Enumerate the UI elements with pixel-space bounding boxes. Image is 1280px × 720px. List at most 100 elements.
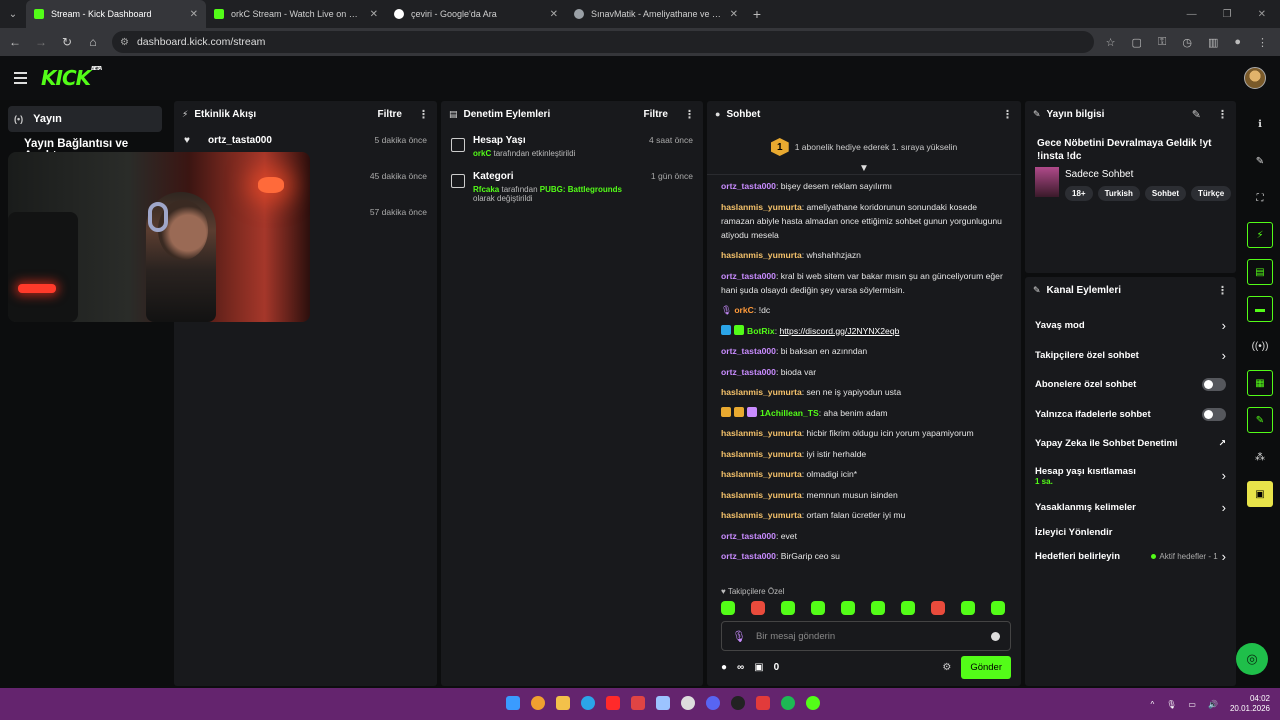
layout-icon[interactable]: ▦ <box>1247 370 1273 396</box>
emote-icon[interactable] <box>871 601 885 615</box>
stream-tag[interactable]: Sohbet <box>1144 186 1186 201</box>
display-icon[interactable]: ▭ <box>1188 700 1196 709</box>
close-icon[interactable]: ✕ <box>550 9 558 20</box>
emote-icon[interactable] <box>901 601 915 615</box>
broadcast-icon[interactable]: ((•)) <box>1247 333 1273 359</box>
category-name[interactable]: Sadece Sohbet <box>1065 169 1231 180</box>
menu-dots-icon[interactable]: ⋮ <box>1257 36 1268 49</box>
pinned-toggle-icon[interactable]: ▼ <box>707 163 1021 175</box>
close-window-icon[interactable]: ✕ <box>1258 9 1266 20</box>
password-key-icon[interactable]: ⚿ <box>1158 36 1166 49</box>
chat-username[interactable]: ortz_tasta000 <box>721 181 776 191</box>
account-age-row[interactable]: Hesap yaşı kısıtlaması 1 sa. › <box>1025 459 1236 493</box>
chat-input[interactable]: 🎙 Bir mesaj gönderin <box>721 621 1011 651</box>
more-options-icon[interactable]: ⋮ <box>418 108 429 121</box>
history-icon[interactable]: ◷ <box>1182 36 1192 49</box>
close-icon[interactable]: ✕ <box>190 9 198 20</box>
goals-row[interactable]: Hedefleri belirleyin Aktif hedefler - 1 › <box>1025 542 1236 572</box>
volume-icon[interactable]: 🔊 <box>1208 700 1218 709</box>
clapper-icon[interactable]: ▣ <box>1247 481 1273 507</box>
moderation-actor[interactable]: orkC <box>473 149 491 158</box>
microphone-icon[interactable]: 🎙 <box>1166 700 1176 709</box>
chat-username[interactable]: ortz_tasta000 <box>721 271 776 281</box>
emote-icon[interactable] <box>841 601 855 615</box>
chat-username[interactable]: haslanmis_yumurta <box>721 387 802 397</box>
chat-username[interactable]: orkC <box>734 305 754 315</box>
edge-icon[interactable] <box>581 696 595 710</box>
chevron-up-icon[interactable]: ^ <box>1151 700 1155 709</box>
chat-username[interactable]: 1Achillean_TS <box>760 408 819 418</box>
chat-settings-icon[interactable]: ⚙ <box>942 662 951 673</box>
stream-tag[interactable]: Türkçe <box>1191 186 1232 201</box>
emote-icon[interactable] <box>721 601 735 615</box>
more-options-icon[interactable]: ⋮ <box>1217 108 1228 121</box>
more-options-icon[interactable]: ⋮ <box>684 108 695 121</box>
microphone-icon[interactable]: 🎙 <box>732 630 746 643</box>
hamburger-menu-icon[interactable] <box>14 72 27 84</box>
emote-icon[interactable] <box>991 601 1005 615</box>
spotify-icon[interactable] <box>781 696 795 710</box>
chat-username[interactable]: ortz_tasta000 <box>721 531 776 541</box>
send-button[interactable]: Gönder <box>961 655 1011 679</box>
chat-username[interactable]: haslanmis_yumurta <box>721 250 802 260</box>
app-icon[interactable] <box>756 696 770 710</box>
emote-icon[interactable] <box>751 601 765 615</box>
emotes-chat-toggle[interactable] <box>1202 407 1226 421</box>
app-icon[interactable] <box>681 696 695 710</box>
document-icon[interactable]: ▤ <box>1247 259 1273 285</box>
ai-moderation-row[interactable]: Yapay Zeka ile Sohbet Denetimi ↗ <box>1025 429 1236 459</box>
emoji-picker-icon[interactable] <box>991 631 1000 641</box>
back-icon[interactable]: ← <box>8 35 22 49</box>
users-icon[interactable]: ⁂ <box>1247 444 1273 470</box>
browser-tab[interactable]: Stream - Kick Dashboard ✕ <box>26 0 206 28</box>
pencil-icon[interactable]: ✎ <box>1247 148 1273 174</box>
raid-row[interactable]: İzleyici Yönlendir <box>1025 522 1236 542</box>
restore-icon[interactable]: ❐ <box>1223 9 1232 20</box>
more-options-icon[interactable]: ⋮ <box>1002 108 1013 121</box>
close-icon[interactable]: ✕ <box>730 9 738 20</box>
chat-username[interactable]: ortz_tasta000 <box>721 367 776 377</box>
chat-username[interactable]: ortz_tasta000 <box>721 551 776 561</box>
banned-words-row[interactable]: Yasaklanmış kelimeler › <box>1025 493 1236 523</box>
info-icon[interactable]: ℹ <box>1247 111 1273 137</box>
stream-tag[interactable]: Turkish <box>1097 186 1140 201</box>
tab-search-icon[interactable]: ⌄ <box>0 0 26 28</box>
gift-leaderboard-banner[interactable]: 1 1 abonelik hediye ederek 1. sıraya yük… <box>707 131 1021 163</box>
chat-username[interactable]: haslanmis_yumurta <box>721 449 802 459</box>
chat-username[interactable]: ortz_tasta000 <box>721 346 776 356</box>
minimize-icon[interactable]: — <box>1187 9 1197 20</box>
site-info-icon[interactable]: ⚙ <box>120 37 129 48</box>
bookmark-star-icon[interactable]: ☆ <box>1106 36 1116 49</box>
kick-logo[interactable]: KICKBETA <box>41 66 102 90</box>
sidebar-item-stream[interactable]: (•) Yayın <box>8 106 162 132</box>
extensions-icon[interactable]: ▢ <box>1132 36 1142 49</box>
chat-username[interactable]: haslanmis_yumurta <box>721 510 802 520</box>
moderation-actor[interactable]: Rfcaka <box>473 185 499 194</box>
discord-icon[interactable] <box>706 696 720 710</box>
lightning-icon[interactable]: ⚡ <box>1247 222 1273 248</box>
followers-chat-row[interactable]: Takipçilere özel sohbet › <box>1025 341 1236 371</box>
wrench-icon[interactable]: ✎ <box>1247 407 1273 433</box>
channel-points-icon[interactable]: ● <box>721 662 727 673</box>
chat-username[interactable]: haslanmis_yumurta <box>721 428 802 438</box>
chrome-icon[interactable] <box>806 696 820 710</box>
youtube-icon[interactable] <box>606 696 620 710</box>
support-chat-icon[interactable]: ◎ <box>1236 643 1268 675</box>
steam-icon[interactable] <box>656 696 670 710</box>
app-icon[interactable] <box>631 696 645 710</box>
chat-username[interactable]: haslanmis_yumurta <box>721 202 802 212</box>
chat-username[interactable]: haslanmis_yumurta <box>721 469 802 479</box>
emote-icon[interactable] <box>811 601 825 615</box>
home-icon[interactable]: ⌂ <box>86 35 100 49</box>
start-icon[interactable] <box>506 696 520 710</box>
edit-pencil-icon[interactable]: ✎ <box>1192 108 1201 121</box>
filter-button[interactable]: Filtre <box>378 109 402 120</box>
emote-icon[interactable] <box>931 601 945 615</box>
webcam-preview[interactable] <box>8 152 310 322</box>
close-icon[interactable]: ✕ <box>370 9 378 20</box>
browser-tab[interactable]: orkC Stream - Watch Live on Kick ✕ <box>206 0 386 28</box>
reload-icon[interactable]: ↻ <box>60 35 74 49</box>
browser-icon[interactable] <box>531 696 545 710</box>
browser-tab[interactable]: çeviri - Google'da Ara ✕ <box>386 0 566 28</box>
chat-username[interactable]: BotRix <box>747 326 775 336</box>
